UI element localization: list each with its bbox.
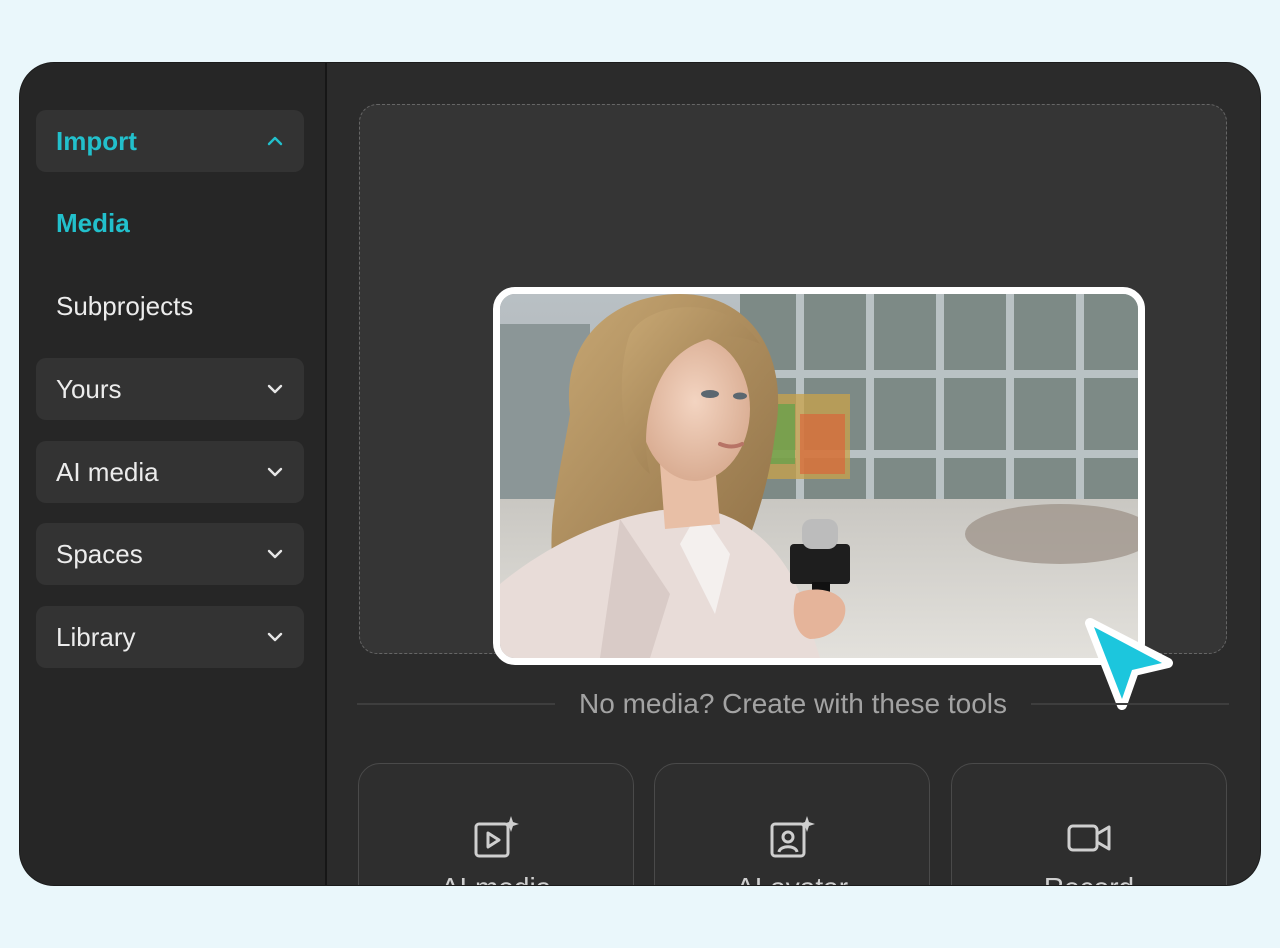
sidebar-item-label: Import (56, 125, 137, 156)
sidebar-item-label: Library (56, 621, 136, 652)
ai-media-tool-card[interactable]: AI media (358, 763, 634, 885)
sidebar-item-label: Subprojects (56, 290, 194, 321)
tool-label: AI media (359, 872, 633, 885)
sidebar-item-label: AI media (56, 456, 159, 487)
chevron-up-icon (266, 132, 284, 150)
sidebar-item-ai-media[interactable]: AI media (36, 441, 304, 503)
sidebar-item-yours[interactable]: Yours (36, 358, 304, 420)
chevron-down-icon (266, 628, 284, 646)
tools-divider-text: No media? Create with these tools (579, 688, 1007, 719)
sidebar-item-label: Yours (56, 373, 122, 404)
tool-label: Record (952, 872, 1226, 885)
sidebar: Import Media Subprojects Yours AI media … (20, 63, 327, 885)
tool-label: AI avatar (655, 872, 929, 885)
sidebar-item-library[interactable]: Library (36, 606, 304, 668)
main-panel: e (327, 63, 1260, 885)
dragged-media-preview[interactable] (493, 287, 1145, 665)
sidebar-item-spaces[interactable]: Spaces (36, 523, 304, 585)
chevron-down-icon (266, 463, 284, 481)
divider-line (1031, 703, 1229, 705)
sidebar-item-label: Spaces (56, 538, 143, 569)
divider-line (357, 703, 555, 705)
media-dropzone[interactable]: e (359, 104, 1227, 710)
sidebar-item-label: Media (56, 207, 130, 238)
chevron-down-icon (266, 545, 284, 563)
app-window: Import Media Subprojects Yours AI media … (20, 63, 1260, 885)
tools-divider: No media? Create with these tools (357, 683, 1229, 725)
reporter-thumbnail (500, 294, 1138, 658)
chevron-down-icon (266, 380, 284, 398)
sidebar-item-subprojects[interactable]: Subprojects (36, 275, 304, 337)
record-tool-card[interactable]: Record (951, 763, 1227, 885)
sidebar-item-import[interactable]: Import (36, 110, 304, 172)
ai-avatar-icon (768, 814, 816, 862)
ai-avatar-tool-card[interactable]: AI avatar (654, 763, 930, 885)
sidebar-item-media[interactable]: Media (36, 192, 304, 254)
camera-icon (1065, 814, 1113, 862)
ai-video-icon (472, 814, 520, 862)
